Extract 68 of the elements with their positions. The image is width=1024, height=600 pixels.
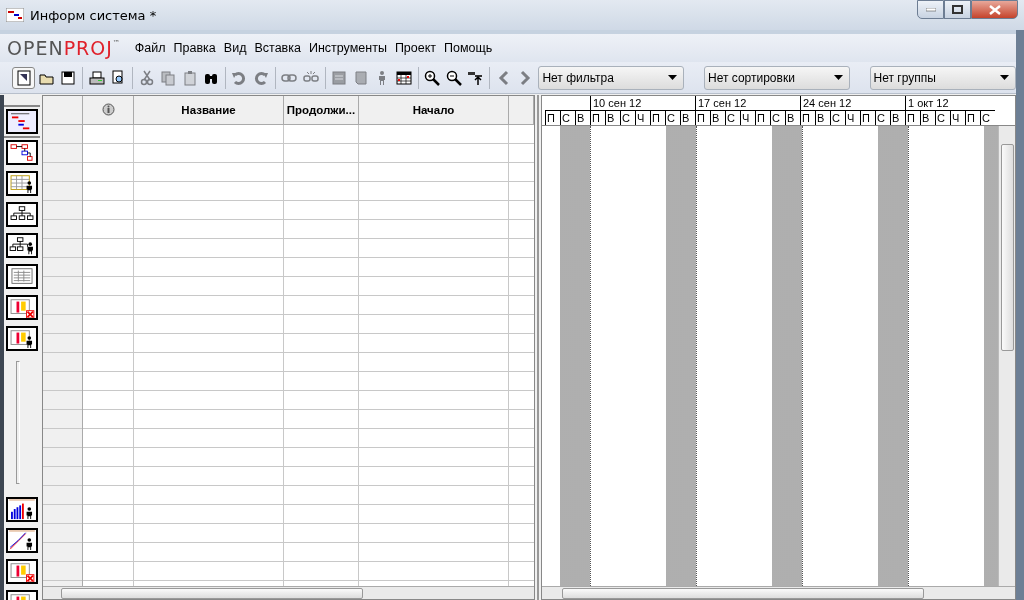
day-label: В — [785, 111, 800, 125]
horizontal-scrollbar[interactable] — [43, 586, 534, 599]
table-cross-icon[interactable] — [6, 295, 38, 320]
minimize-button[interactable] — [917, 0, 944, 19]
app-icon — [6, 8, 24, 22]
day-label: В — [575, 111, 590, 125]
page-icon[interactable] — [12, 66, 36, 89]
day-label: П — [860, 111, 875, 125]
day-label: П — [695, 111, 710, 125]
day-label: Ч — [845, 111, 860, 125]
column-header[interactable]: Начало — [412, 104, 455, 116]
column-header[interactable]: Название — [181, 104, 236, 116]
day-label: С — [665, 111, 680, 125]
menu-item[interactable]: Помощь — [440, 39, 497, 57]
day-label: С — [560, 111, 575, 125]
day-label: В — [890, 111, 905, 125]
week-label: 10 сен 12 — [593, 97, 642, 109]
column-header[interactable]: Продолжи... — [286, 104, 356, 116]
day-label: П — [650, 111, 665, 125]
resource-table-icon[interactable] — [6, 171, 38, 196]
day-label: Ч — [950, 111, 965, 125]
day-label: С — [980, 111, 995, 125]
day-label: С — [620, 111, 635, 125]
bar-chart-person-icon[interactable] — [6, 497, 38, 522]
day-label: В — [815, 111, 830, 125]
day-label: П — [965, 111, 980, 125]
menu-item[interactable]: Проект — [390, 39, 441, 57]
day-label: П — [800, 111, 815, 125]
week-label: 24 сен 12 — [803, 97, 852, 109]
day-label: В — [605, 111, 620, 125]
menu-item[interactable]: Инструменты — [304, 39, 391, 57]
day-label: П — [905, 111, 920, 125]
window-title: Информ система * — [30, 7, 158, 23]
week-label: 1 окт 12 — [908, 97, 949, 109]
logo: OPEN PROJ$^{™}$ — [7, 37, 121, 59]
table-person-icon[interactable] — [6, 326, 38, 351]
table-cross-icon[interactable] — [6, 559, 38, 584]
tree-chart-person-icon[interactable] — [6, 233, 38, 258]
week-label: 17 сен 12 — [698, 97, 747, 109]
day-label: С — [830, 111, 845, 125]
day-label: П — [755, 111, 770, 125]
day-label: С — [935, 111, 950, 125]
day-label: П — [545, 111, 560, 125]
minimize-icon — [925, 7, 936, 12]
maximize-button[interactable] — [944, 0, 971, 19]
day-label: Ч — [740, 111, 755, 125]
day-label: С — [725, 111, 740, 125]
info-icon — [101, 102, 115, 118]
network-diagram-icon[interactable] — [6, 140, 38, 165]
day-label: С — [770, 111, 785, 125]
menu-item[interactable]: Вид — [219, 39, 251, 57]
spreadsheet-icon[interactable] — [6, 264, 38, 289]
menu-item[interactable]: Файл — [130, 39, 170, 57]
day-label: П — [590, 111, 605, 125]
tree-chart-icon[interactable] — [6, 202, 38, 227]
maximize-icon — [952, 5, 963, 14]
day-label: С — [875, 111, 890, 125]
day-label: В — [710, 111, 725, 125]
day-label: Ч — [635, 111, 650, 125]
line-chart-person-icon[interactable] — [6, 528, 38, 553]
menu-item[interactable]: Правка — [169, 39, 220, 57]
menu-item[interactable]: Вставка — [250, 39, 305, 57]
day-label: В — [680, 111, 695, 125]
vertical-scrollbar[interactable] — [998, 126, 1015, 586]
horizontal-scrollbar[interactable] — [542, 586, 1015, 599]
day-label: В — [920, 111, 935, 125]
close-icon — [988, 4, 1001, 15]
close-button[interactable] — [971, 0, 1018, 19]
